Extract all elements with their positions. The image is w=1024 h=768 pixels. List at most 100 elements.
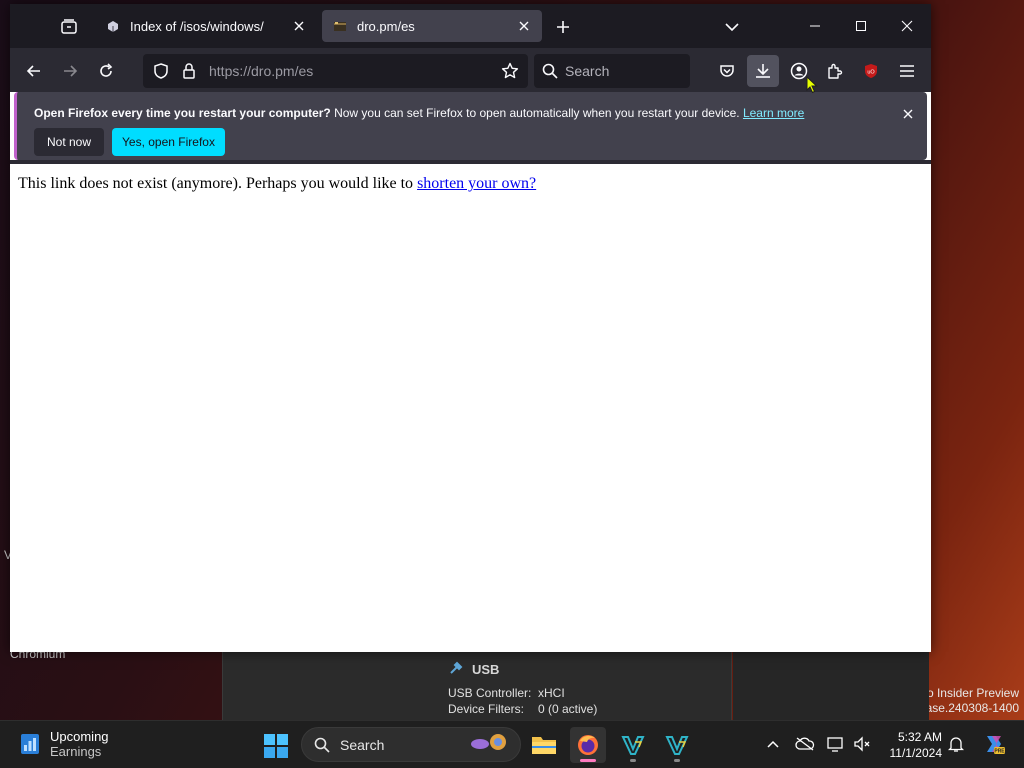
forward-button[interactable]: [55, 56, 85, 86]
volume-tray-icon[interactable]: [851, 733, 873, 755]
pocket-button[interactable]: [711, 55, 743, 87]
restart-notification-bar: Open Firefox every time you restart your…: [14, 92, 927, 160]
bell-icon: [948, 737, 964, 752]
svg-text:uO: uO: [867, 70, 875, 76]
watermark-line-2: ease.240308-1400: [918, 701, 1019, 715]
taskbar-search-box[interactable]: Search: [301, 727, 521, 762]
tab-index-isos[interactable]: Index of /isos/windows/: [95, 10, 317, 42]
bookmark-star-icon[interactable]: [496, 57, 524, 85]
back-button[interactable]: [19, 56, 49, 86]
arrow-left-icon: [26, 65, 40, 77]
virtualbox-vm-taskbar-button[interactable]: [659, 727, 695, 763]
active-app-indicator: [580, 759, 596, 762]
search-icon: [542, 63, 558, 79]
svg-text:PRE: PRE: [994, 749, 1005, 755]
onedrive-tray-icon[interactable]: [794, 733, 816, 755]
pocket-icon: [720, 65, 734, 77]
firefox-view-icon: [61, 19, 77, 34]
minimize-icon: [810, 25, 820, 27]
notification-message: Open Firefox every time you restart your…: [34, 106, 804, 120]
firefox-view-button[interactable]: [48, 13, 90, 41]
windows-taskbar: Upcoming Earnings Search 5:32 AM 11/1/20…: [0, 720, 1024, 768]
virtualbox-preview-panel: [733, 652, 929, 720]
extensions-button[interactable]: [819, 55, 851, 87]
plus-icon: [557, 21, 569, 33]
start-button[interactable]: [263, 733, 289, 759]
folder-icon: [532, 737, 556, 754]
virtualbox-icon: [665, 736, 689, 755]
running-app-indicator: [674, 759, 680, 762]
download-icon: [756, 64, 770, 78]
vbox-row-value: 0 (0 active): [538, 702, 598, 716]
tracking-protection-shield-icon[interactable]: [147, 57, 175, 85]
virtualbox-taskbar-button[interactable]: [615, 727, 651, 763]
minimize-button[interactable]: [793, 12, 837, 40]
page-content: This link does not exist (anymore). Perh…: [10, 164, 931, 652]
search-highlight-icon: [468, 730, 512, 759]
copilot-icon: PRE: [987, 736, 1005, 755]
folder-favicon-icon: [332, 18, 348, 34]
page-message: This link does not exist (anymore). Perh…: [18, 175, 536, 193]
url-text: https://dro.pm/es: [209, 63, 314, 79]
tab-title: Index of /isos/windows/: [130, 18, 264, 34]
lock-icon[interactable]: [175, 57, 203, 85]
yes-open-firefox-button[interactable]: Yes, open Firefox: [112, 128, 225, 156]
vbox-row-value: xHCI: [538, 686, 565, 700]
show-hidden-icons-button[interactable]: [762, 733, 784, 755]
search-placeholder: Search: [565, 63, 610, 79]
search-bar[interactable]: Search: [534, 54, 690, 88]
address-bar[interactable]: https://dro.pm/es: [143, 54, 528, 88]
vbox-usb-label: USB: [472, 662, 500, 677]
vbox-row-key: Device Filters:: [448, 702, 525, 716]
close-window-button[interactable]: [885, 12, 929, 40]
chevron-up-icon: [767, 740, 779, 748]
widget-title: Upcoming: [50, 729, 109, 744]
not-now-button[interactable]: Not now: [34, 128, 104, 156]
close-tab-icon[interactable]: [516, 18, 532, 34]
notifications-button[interactable]: [945, 733, 967, 755]
vbox-row-key: USB Controller:: [448, 686, 532, 700]
server-favicon-icon: [105, 18, 121, 34]
close-tab-icon[interactable]: [291, 18, 307, 34]
speaker-muted-icon: [854, 736, 870, 752]
search-icon: [314, 737, 330, 753]
chevron-down-icon: [725, 23, 739, 32]
widgets-button[interactable]: Upcoming Earnings: [20, 729, 109, 759]
vbox-usb-section-title[interactable]: USB: [448, 660, 499, 679]
puzzle-piece-icon: [828, 63, 843, 79]
reload-icon: [100, 63, 113, 77]
file-explorer-taskbar-button[interactable]: [526, 727, 562, 763]
arrow-right-icon: [64, 65, 78, 77]
downloads-button[interactable]: [747, 55, 779, 87]
cloud-off-icon: [795, 737, 815, 751]
firefox-window: Index of /isos/windows/ dro.pm/es https:…: [10, 4, 931, 652]
desktop-watermark: o Insider Preview ease.240308-1400: [919, 686, 1019, 716]
watermark-line-1: o Insider Preview: [926, 686, 1019, 700]
tab-title: dro.pm/es: [357, 18, 415, 34]
taskbar-search-label: Search: [340, 736, 385, 753]
maximize-button[interactable]: [839, 12, 883, 40]
widget-text: Upcoming Earnings: [50, 729, 109, 759]
mouse-cursor-icon: [806, 75, 818, 99]
close-notification-button[interactable]: [899, 105, 917, 123]
widget-subtitle: Earnings: [50, 744, 102, 759]
new-tab-button[interactable]: [551, 16, 575, 38]
list-all-tabs-button[interactable]: [720, 16, 744, 38]
stock-chart-icon: [21, 734, 39, 754]
taskbar-clock[interactable]: 5:32 AM 11/1/2024: [880, 729, 943, 761]
copilot-button[interactable]: PRE: [981, 731, 1007, 757]
clock-time: 5:32 AM: [897, 730, 942, 744]
close-icon: [901, 20, 913, 32]
network-tray-icon[interactable]: [825, 733, 847, 755]
running-app-indicator: [630, 759, 636, 762]
firefox-taskbar-button[interactable]: [570, 727, 606, 763]
shorten-your-own-link[interactable]: shorten your own?: [417, 175, 536, 192]
navigation-toolbar: https://dro.pm/es Search uO: [10, 48, 931, 92]
tab-dro-pm[interactable]: dro.pm/es: [322, 10, 542, 42]
hamburger-menu-icon: [900, 65, 914, 77]
usb-icon: [448, 660, 464, 679]
learn-more-link[interactable]: Learn more: [743, 106, 804, 120]
reload-button[interactable]: [91, 56, 121, 86]
application-menu-button[interactable]: [891, 55, 923, 87]
ublock-origin-button[interactable]: uO: [855, 55, 887, 87]
